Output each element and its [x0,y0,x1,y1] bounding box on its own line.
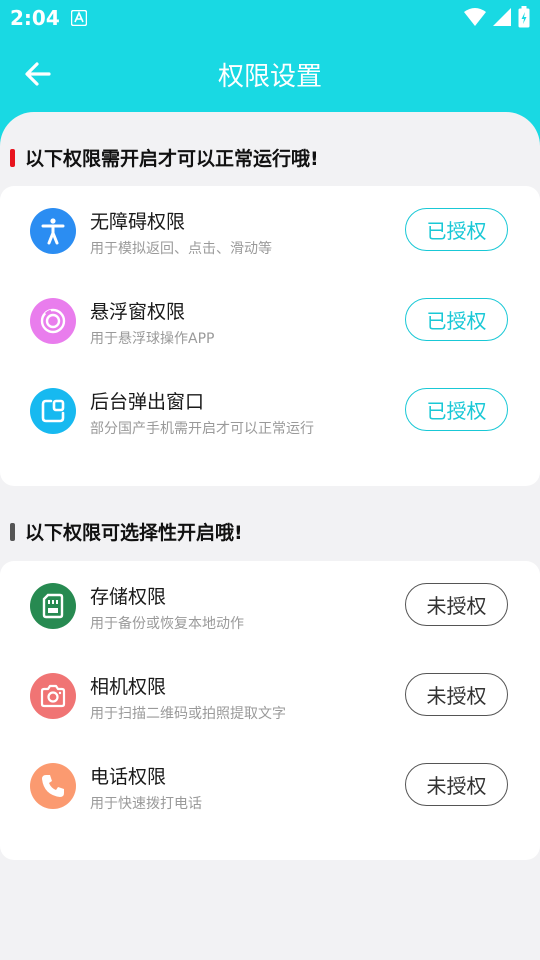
permission-desc: 用于悬浮球操作APP [90,331,215,347]
permission-desc: 用于备份或恢复本地动作 [90,616,244,632]
floating-window-icon [30,298,76,344]
app-header: 权限设置 [0,36,540,112]
popup-window-icon [30,388,76,434]
permission-row-accessibility: 无障碍权限 用于模拟返回、点击、滑动等 已授权 [0,186,540,276]
permission-row-camera: 相机权限 用于扫描二维码或拍照提取文字 未授权 [0,651,540,741]
camera-status-button[interactable]: 未授权 [405,673,508,716]
optional-permissions-card: 存储权限 用于备份或恢复本地动作 未授权 相机权限 用于扫描二维码或拍照提取文字… [0,561,540,860]
camera-icon [30,673,76,719]
accessibility-icon [30,208,76,254]
section-marker-required [10,148,15,167]
storage-status-button[interactable]: 未授权 [405,583,508,626]
signal-icon [493,8,511,26]
permission-desc: 用于快速拨打电话 [90,796,202,812]
wifi-icon [464,8,486,26]
optional-section-title: 以下权限可选择性开启哦! [10,518,243,545]
permission-desc: 部分国产手机需开启才可以正常运行 [90,421,314,437]
page-title: 权限设置 [217,62,322,92]
optional-section-title-text: 以下权限可选择性开启哦! [25,522,243,544]
permission-desc: 用于模拟返回、点击、滑动等 [90,241,272,257]
required-section-title-text: 以下权限需开启才可以正常运行哦! [25,148,319,170]
permission-name: 悬浮窗权限 [90,301,186,323]
battery-icon [518,6,530,28]
status-time: 2:04 [10,6,60,30]
permission-name: 相机权限 [90,676,167,698]
notification-a-icon [71,10,87,26]
permission-row-floating-window: 悬浮窗权限 用于悬浮球操作APP 已授权 [0,276,540,366]
floating-window-status-button[interactable]: 已授权 [405,298,508,341]
permission-desc: 用于扫描二维码或拍照提取文字 [90,706,286,722]
status-bar: 2:04 [0,0,540,36]
content-area: 以下权限需开启才可以正常运行哦! 无障碍权限 用于模拟返回、点击、滑动等 已授权 [0,112,540,960]
required-permissions-card: 无障碍权限 用于模拟返回、点击、滑动等 已授权 悬浮窗权限 用于悬浮球操作APP… [0,186,540,486]
permission-row-phone: 电话权限 用于快速拨打电话 未授权 [0,741,540,831]
system-icons [464,6,530,28]
phone-status-button[interactable]: 未授权 [405,763,508,806]
accessibility-status-button[interactable]: 已授权 [405,208,508,251]
permission-row-popup-window: 后台弹出窗口 部分国产手机需开启才可以正常运行 已授权 [0,366,540,456]
permission-name: 后台弹出窗口 [90,391,205,413]
permission-name: 电话权限 [90,766,167,788]
section-marker-optional [10,522,15,541]
permission-row-storage: 存储权限 用于备份或恢复本地动作 未授权 [0,561,540,651]
popup-window-status-button[interactable]: 已授权 [405,388,508,431]
permission-name: 无障碍权限 [90,211,186,233]
required-section-title: 以下权限需开启才可以正常运行哦! [10,144,319,171]
storage-icon [30,583,76,629]
phone-icon [30,763,76,809]
permission-name: 存储权限 [90,586,167,608]
